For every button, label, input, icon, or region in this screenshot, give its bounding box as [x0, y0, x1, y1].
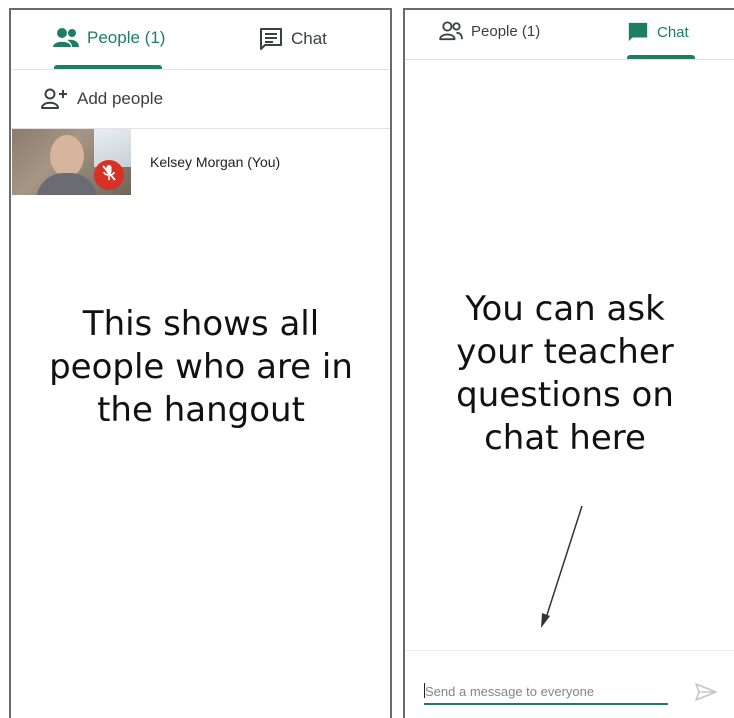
- participant-row[interactable]: Kelsey Morgan (You): [12, 128, 390, 198]
- tab-chat-label: Chat: [657, 23, 689, 41]
- people-icon: [439, 21, 463, 41]
- tab-chat-label: Chat: [291, 29, 327, 48]
- tab-chat[interactable]: Chat: [627, 21, 689, 43]
- people-icon: [53, 27, 79, 49]
- add-person-icon: [41, 88, 69, 110]
- tab-people-label: People (1): [87, 28, 166, 47]
- message-composer: Send a message to everyone: [405, 651, 734, 718]
- annotation-arrow: [541, 505, 583, 628]
- participant-video-thumbnail: [12, 129, 131, 195]
- participant-head: [50, 135, 84, 177]
- add-people-button[interactable]: Add people: [41, 88, 163, 110]
- mic-off-icon: [101, 164, 117, 187]
- participant-name: Kelsey Morgan (You): [150, 154, 281, 170]
- people-panel: People (1) Chat Add people Kelsey Morgan…: [9, 8, 392, 718]
- message-input-placeholder: Send a message to everyone: [425, 684, 595, 699]
- mic-muted-badge: [94, 160, 124, 190]
- people-panel-caption: This shows all people who are in the han…: [49, 304, 353, 430]
- tab-divider: [11, 69, 390, 70]
- tab-divider: [405, 59, 734, 60]
- add-people-label: Add people: [77, 89, 164, 108]
- chat-panel: People (1) Chat You can ask your teacher…: [403, 8, 734, 718]
- chat-icon: [259, 27, 283, 51]
- message-input[interactable]: Send a message to everyone: [424, 681, 668, 705]
- chat-icon: [627, 21, 649, 43]
- participant-shoulders: [36, 173, 98, 195]
- tab-people[interactable]: People (1): [439, 21, 540, 41]
- tab-chat[interactable]: Chat: [259, 27, 327, 51]
- chat-panel-caption: You can ask your teacher questions on ch…: [456, 289, 674, 458]
- send-icon[interactable]: [695, 683, 717, 706]
- tab-people-label: People (1): [471, 22, 541, 40]
- tab-people[interactable]: People (1): [53, 27, 165, 49]
